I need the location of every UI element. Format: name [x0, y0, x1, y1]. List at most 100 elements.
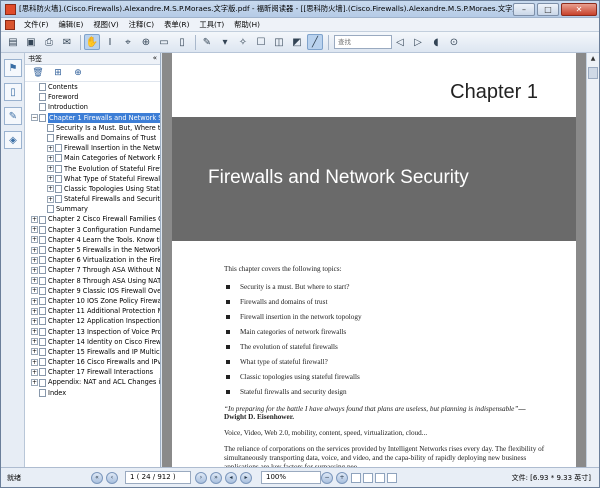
expand-icon[interactable]: +: [31, 328, 38, 336]
bookmarks-tab-icon[interactable]: ⚑: [4, 59, 22, 77]
speaker-icon[interactable]: ◖: [428, 34, 444, 50]
single-page-icon[interactable]: [351, 472, 361, 483]
expand-icon[interactable]: +: [47, 185, 54, 193]
bookmark-item[interactable]: + What Type of Stateful Firewall?: [25, 174, 160, 184]
search-next-icon[interactable]: ▷: [410, 34, 426, 50]
maximize-button[interactable]: □: [537, 2, 559, 16]
bookmark-item[interactable]: Foreword: [25, 92, 160, 102]
expand-icon[interactable]: +: [47, 165, 54, 173]
expand-icon[interactable]: +: [31, 236, 38, 244]
expand-icon[interactable]: +: [31, 307, 38, 315]
menu-tools[interactable]: 工具(T): [194, 20, 229, 30]
bookmark-item[interactable]: + Chapter 16 Cisco Firewalls and IPv6: [25, 357, 160, 367]
menu-edit[interactable]: 编辑(E): [53, 20, 88, 30]
hand-tool-icon[interactable]: ✋: [84, 34, 100, 50]
bookmark-item[interactable]: + Chapter 6 Virtualization in the Firewal…: [25, 255, 160, 265]
search-input[interactable]: [334, 35, 392, 49]
facing-page-icon[interactable]: [375, 472, 385, 483]
fit-width-icon[interactable]: ▯: [174, 34, 190, 50]
expand-icon[interactable]: +: [47, 175, 54, 183]
expand-icon[interactable]: +: [31, 266, 38, 274]
bookmark-item[interactable]: + Chapter 15 Firewalls and IP Multicast: [25, 347, 160, 357]
bookmark-item[interactable]: Introduction: [25, 102, 160, 112]
bookmark-item[interactable]: + Stateful Firewalls and Security Design: [25, 194, 160, 204]
close-button[interactable]: ✕: [561, 2, 597, 16]
last-page-icon[interactable]: »: [210, 471, 222, 484]
continuous-facing-icon[interactable]: [387, 472, 397, 483]
first-page-icon[interactable]: «: [91, 471, 103, 484]
expand-icon[interactable]: +: [47, 154, 54, 162]
expand-icon[interactable]: +: [31, 256, 38, 264]
zoom-in-icon[interactable]: ⊕: [138, 34, 154, 50]
snapshot-icon[interactable]: ⌖: [120, 34, 136, 50]
next-page-icon[interactable]: ›: [195, 471, 207, 484]
email-icon[interactable]: ✉: [59, 34, 75, 50]
bookmark-item[interactable]: + Chapter 3 Configuration Fundamentals: [25, 225, 160, 235]
expand-icon[interactable]: +: [31, 297, 38, 305]
callout-icon[interactable]: ◩: [289, 34, 305, 50]
forward-icon[interactable]: ▸: [240, 471, 252, 484]
expand-icon[interactable]: +: [31, 348, 38, 356]
bookmark-item[interactable]: + Chapter 17 Firewall Interactions: [25, 367, 160, 377]
note-icon[interactable]: ☐: [253, 34, 269, 50]
zoom-in-icon[interactable]: +: [336, 471, 348, 484]
expand-icon[interactable]: +: [31, 368, 38, 376]
bookmark-item[interactable]: Security Is a Must. But, Where to Start?: [25, 123, 160, 133]
select-text-icon[interactable]: Ⅰ: [102, 34, 118, 50]
prev-page-icon[interactable]: ‹: [106, 471, 118, 484]
layers-tab-icon[interactable]: ◈: [4, 131, 22, 149]
expand-icon[interactable]: +: [31, 216, 38, 224]
find-icon[interactable]: ⊙: [446, 34, 462, 50]
bookmark-item[interactable]: Summary: [25, 204, 160, 214]
bookmark-item[interactable]: + Chapter 13 Inspection of Voice Protocol…: [25, 327, 160, 337]
expand-icon[interactable]: +: [47, 195, 54, 203]
bookmark-item[interactable]: Contents: [25, 82, 160, 92]
fit-page-icon[interactable]: ▭: [156, 34, 172, 50]
collapse-icon[interactable]: −: [31, 114, 38, 122]
bookmark-item[interactable]: Index: [25, 388, 160, 398]
minimize-button[interactable]: –: [513, 2, 535, 16]
expand-bookmark-icon[interactable]: ⊞: [51, 66, 65, 80]
line-tool-icon[interactable]: ╱: [307, 34, 323, 50]
menu-comment[interactable]: 注释(C): [124, 20, 159, 30]
expand-icon[interactable]: +: [31, 277, 38, 285]
bookmark-item[interactable]: + Chapter 4 Learn the Tools. Know the Fir…: [25, 235, 160, 245]
expand-icon[interactable]: +: [31, 358, 38, 366]
zoom-select[interactable]: 100%: [261, 471, 321, 484]
comment-icon[interactable]: ◫: [271, 34, 287, 50]
collapse-sidebar-icon[interactable]: «: [153, 54, 157, 63]
bookmark-item[interactable]: + Chapter 7 Through ASA Without NAT: [25, 265, 160, 275]
back-icon[interactable]: ◂: [225, 471, 237, 484]
menu-help[interactable]: 帮助(H): [229, 20, 265, 30]
delete-bookmark-icon[interactable]: 🗑: [31, 66, 45, 80]
bookmark-item[interactable]: + Chapter 2 Cisco Firewall Families Overv…: [25, 214, 160, 224]
print-icon[interactable]: ⎙: [41, 34, 57, 50]
bookmark-item[interactable]: + Firewall Insertion in the Network Topol…: [25, 143, 160, 153]
pages-tab-icon[interactable]: ▯: [4, 83, 22, 101]
vertical-scrollbar[interactable]: ▲: [586, 53, 599, 467]
expand-icon[interactable]: +: [31, 338, 38, 346]
bookmark-item[interactable]: + Main Categories of Network Firewalls: [25, 153, 160, 163]
bookmark-item[interactable]: + The Evolution of Stateful Firewalls: [25, 164, 160, 174]
open-folder-icon[interactable]: ▤: [5, 34, 21, 50]
bookmark-item[interactable]: Firewalls and Domains of Trust: [25, 133, 160, 143]
search-prev-icon[interactable]: ◁: [392, 34, 408, 50]
expand-icon[interactable]: +: [31, 287, 38, 295]
bookmark-item[interactable]: + Chapter 14 Identity on Cisco Firewalls: [25, 337, 160, 347]
bookmark-item[interactable]: − Chapter 1 Firewalls and Network Securit…: [25, 112, 160, 123]
expand-icon[interactable]: +: [31, 246, 38, 254]
page-number-field[interactable]: 1 ( 24 / 912 ): [125, 471, 191, 484]
bookmark-item[interactable]: + Appendix: NAT and ACL Changes in ASA 8.…: [25, 377, 160, 387]
highlight-icon[interactable]: ▾: [217, 34, 233, 50]
continuous-page-icon[interactable]: [363, 472, 373, 483]
typewriter-icon[interactable]: ✎: [199, 34, 215, 50]
menu-view[interactable]: 视图(V): [88, 20, 123, 30]
bookmark-item[interactable]: + Chapter 12 Application Inspection: [25, 316, 160, 326]
bookmark-item[interactable]: + Chapter 11 Additional Protection Mechan…: [25, 306, 160, 316]
save-icon[interactable]: ▣: [23, 34, 39, 50]
stamp-icon[interactable]: ✧: [235, 34, 251, 50]
bookmark-item[interactable]: + Chapter 9 Classic IOS Firewall Overview: [25, 286, 160, 296]
scroll-up-icon[interactable]: ▲: [587, 53, 599, 65]
bookmark-item[interactable]: + Chapter 8 Through ASA Using NAT: [25, 276, 160, 286]
annotations-tab-icon[interactable]: ✎: [4, 107, 22, 125]
